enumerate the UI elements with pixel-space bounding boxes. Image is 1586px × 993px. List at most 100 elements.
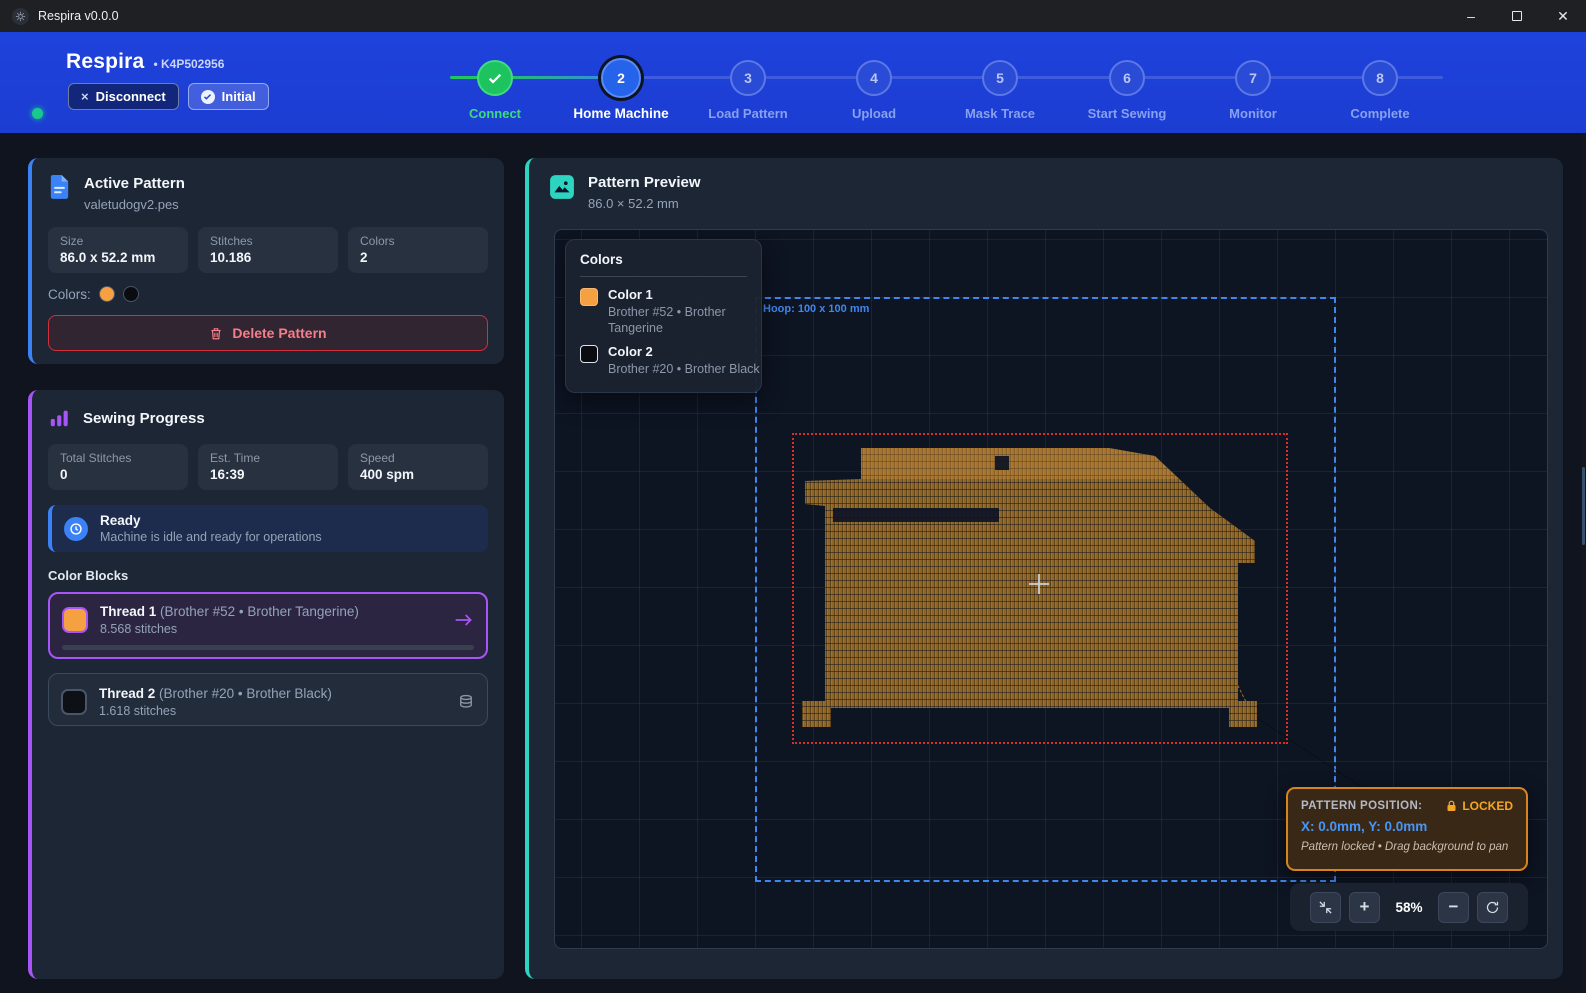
status-title: Ready xyxy=(100,513,322,528)
pattern-position-overlay: PATTERN POSITION: LOCKED X: 0.0mm, Y: 0.… xyxy=(1286,787,1528,871)
stat-colors-value: 2 xyxy=(360,250,476,265)
zoom-out-button[interactable]: − xyxy=(1438,892,1469,923)
pattern-preview-card: Pattern Preview 86.0 × 52.2 mm Hoop: 100… xyxy=(525,158,1563,979)
check-icon xyxy=(487,70,503,86)
step-label-monitor: Monitor xyxy=(1188,106,1318,121)
window-title: Respira v0.0.0 xyxy=(38,9,119,23)
color-swatch-1 xyxy=(99,286,115,302)
initial-button[interactable]: Initial xyxy=(188,83,269,110)
pattern-position-label: PATTERN POSITION: xyxy=(1301,800,1422,812)
sewing-progress-title: Sewing Progress xyxy=(83,410,205,427)
step-circle-monitor[interactable]: 7 xyxy=(1235,60,1271,96)
step-label-connect: Connect xyxy=(430,106,560,121)
pattern-colors-label: Colors: xyxy=(48,287,91,302)
app-window: Respira v0.0.0 – ✕ Respira • K4P502956 ×… xyxy=(0,0,1586,993)
color-swatch-2 xyxy=(123,286,139,302)
workflow-stepper: Connect 2 Home Machine 3 Load Pattern 4 … xyxy=(440,32,1480,133)
file-icon xyxy=(48,175,71,201)
fit-to-view-button[interactable] xyxy=(1310,892,1341,923)
layers-stack-icon xyxy=(457,693,475,711)
app-logo-icon xyxy=(12,8,29,25)
stat-colors-label: Colors xyxy=(360,234,476,248)
step-circle-mask-trace[interactable]: 5 xyxy=(982,60,1018,96)
reset-view-button[interactable] xyxy=(1477,892,1508,923)
status-detail: Machine is idle and ready for operations xyxy=(100,530,322,544)
legend-entry-color-1: Color 1 Brother #52 • Brother Tangerine xyxy=(580,287,747,336)
machine-serial: • K4P502956 xyxy=(153,57,224,71)
stat-stitches-value: 10.186 xyxy=(210,250,326,265)
header-buttons: × Disconnect Initial xyxy=(68,83,269,110)
stat-size-label: Size xyxy=(60,234,176,248)
stat-est-time-value: 16:39 xyxy=(210,467,326,482)
step-label-complete: Complete xyxy=(1315,106,1445,121)
thread-2-name: Thread 2 (Brother #20 • Brother Black) xyxy=(99,686,332,701)
step-circle-start-sewing[interactable]: 6 xyxy=(1109,60,1145,96)
legend-desc-1: Brother #52 • Brother Tangerine xyxy=(608,305,748,336)
disconnect-x-icon: × xyxy=(81,89,89,104)
stat-colors: Colors 2 xyxy=(348,227,488,273)
legend-swatch-2 xyxy=(580,345,598,363)
legend-divider xyxy=(580,276,747,277)
colors-legend: Colors Color 1 Brother #52 • Brother Tan… xyxy=(565,239,762,393)
color-blocks-label: Color Blocks xyxy=(48,568,488,583)
legend-name-2: Color 2 xyxy=(608,344,768,359)
scrollbar-track[interactable] xyxy=(1581,32,1586,993)
legend-title: Colors xyxy=(580,252,747,267)
disconnect-label: Disconnect xyxy=(96,89,166,104)
legend-entry-color-2: Color 2 Brother #20 • Brother Black xyxy=(580,344,747,378)
embroidery-pattern[interactable] xyxy=(802,448,1257,728)
thread-2-block[interactable]: Thread 2 (Brother #20 • Brother Black) 1… xyxy=(48,673,488,726)
stat-size-value: 86.0 x 52.2 mm xyxy=(60,250,176,265)
initial-label: Initial xyxy=(222,89,256,104)
active-pattern-title: Active Pattern xyxy=(84,175,185,192)
collapse-icon xyxy=(1318,900,1333,915)
pattern-canvas[interactable]: Hoop: 100 x 100 mm Colors xyxy=(554,229,1548,949)
stat-stitches: Stitches 10.186 xyxy=(198,227,338,273)
thread-2-swatch xyxy=(61,689,87,715)
preview-dimensions: 86.0 × 52.2 mm xyxy=(588,196,701,211)
brand-name: Respira xyxy=(66,50,144,74)
pattern-filename: valetudogv2.pes xyxy=(84,197,185,212)
minimize-button[interactable]: – xyxy=(1448,0,1494,32)
stat-total-stitches: Total Stitches 0 xyxy=(48,444,188,490)
connection-status-dot xyxy=(32,108,43,119)
step-label-upload: Upload xyxy=(809,106,939,121)
disconnect-button[interactable]: × Disconnect xyxy=(68,83,179,110)
stat-speed-label: Speed xyxy=(360,451,476,465)
stat-est-time: Est. Time 16:39 xyxy=(198,444,338,490)
stat-est-time-label: Est. Time xyxy=(210,451,326,465)
close-button[interactable]: ✕ xyxy=(1540,0,1586,32)
machine-status-banner: Ready Machine is idle and ready for oper… xyxy=(48,505,488,552)
maximize-button[interactable] xyxy=(1494,0,1540,32)
thread-1-block[interactable]: Thread 1 (Brother #52 • Brother Tangerin… xyxy=(48,592,488,659)
step-circle-home-machine[interactable]: 2 xyxy=(601,58,641,98)
step-circle-upload[interactable]: 4 xyxy=(856,60,892,96)
pattern-gap xyxy=(833,508,999,522)
lock-icon xyxy=(1446,800,1457,812)
thread-2-stitches: 1.618 stitches xyxy=(99,704,332,718)
image-icon xyxy=(549,174,575,200)
stat-stitches-label: Stitches xyxy=(210,234,326,248)
step-label-load-pattern: Load Pattern xyxy=(683,106,813,121)
pattern-stats: Size 86.0 x 52.2 mm Stitches 10.186 Colo… xyxy=(48,227,488,273)
app-header: Respira • K4P502956 × Disconnect Initial xyxy=(0,32,1586,133)
pattern-notch xyxy=(995,456,1009,470)
zoom-in-button[interactable]: + xyxy=(1349,892,1380,923)
refresh-icon xyxy=(1485,900,1500,915)
hoop-label: Hoop: 100 x 100 mm xyxy=(763,303,869,315)
step-circle-connect[interactable] xyxy=(477,60,513,96)
delete-pattern-button[interactable]: Delete Pattern xyxy=(48,315,488,351)
bar-chart-icon xyxy=(48,407,70,429)
stat-total-stitches-label: Total Stitches xyxy=(60,451,176,465)
active-pattern-card: Active Pattern valetudogv2.pes Size 86.0… xyxy=(28,158,504,364)
legend-name-1: Color 1 xyxy=(608,287,748,302)
thread-1-title: Thread 1 xyxy=(100,604,156,619)
legend-swatch-1 xyxy=(580,288,598,306)
pan-hint: Pattern locked • Drag background to pan xyxy=(1301,841,1513,853)
thread-2-title: Thread 2 xyxy=(99,686,155,701)
locked-text: LOCKED xyxy=(1462,799,1513,813)
scrollbar-thumb[interactable] xyxy=(1582,467,1585,545)
step-circle-complete[interactable]: 8 xyxy=(1362,60,1398,96)
step-circle-load-pattern[interactable]: 3 xyxy=(730,60,766,96)
thread-1-swatch xyxy=(62,607,88,633)
